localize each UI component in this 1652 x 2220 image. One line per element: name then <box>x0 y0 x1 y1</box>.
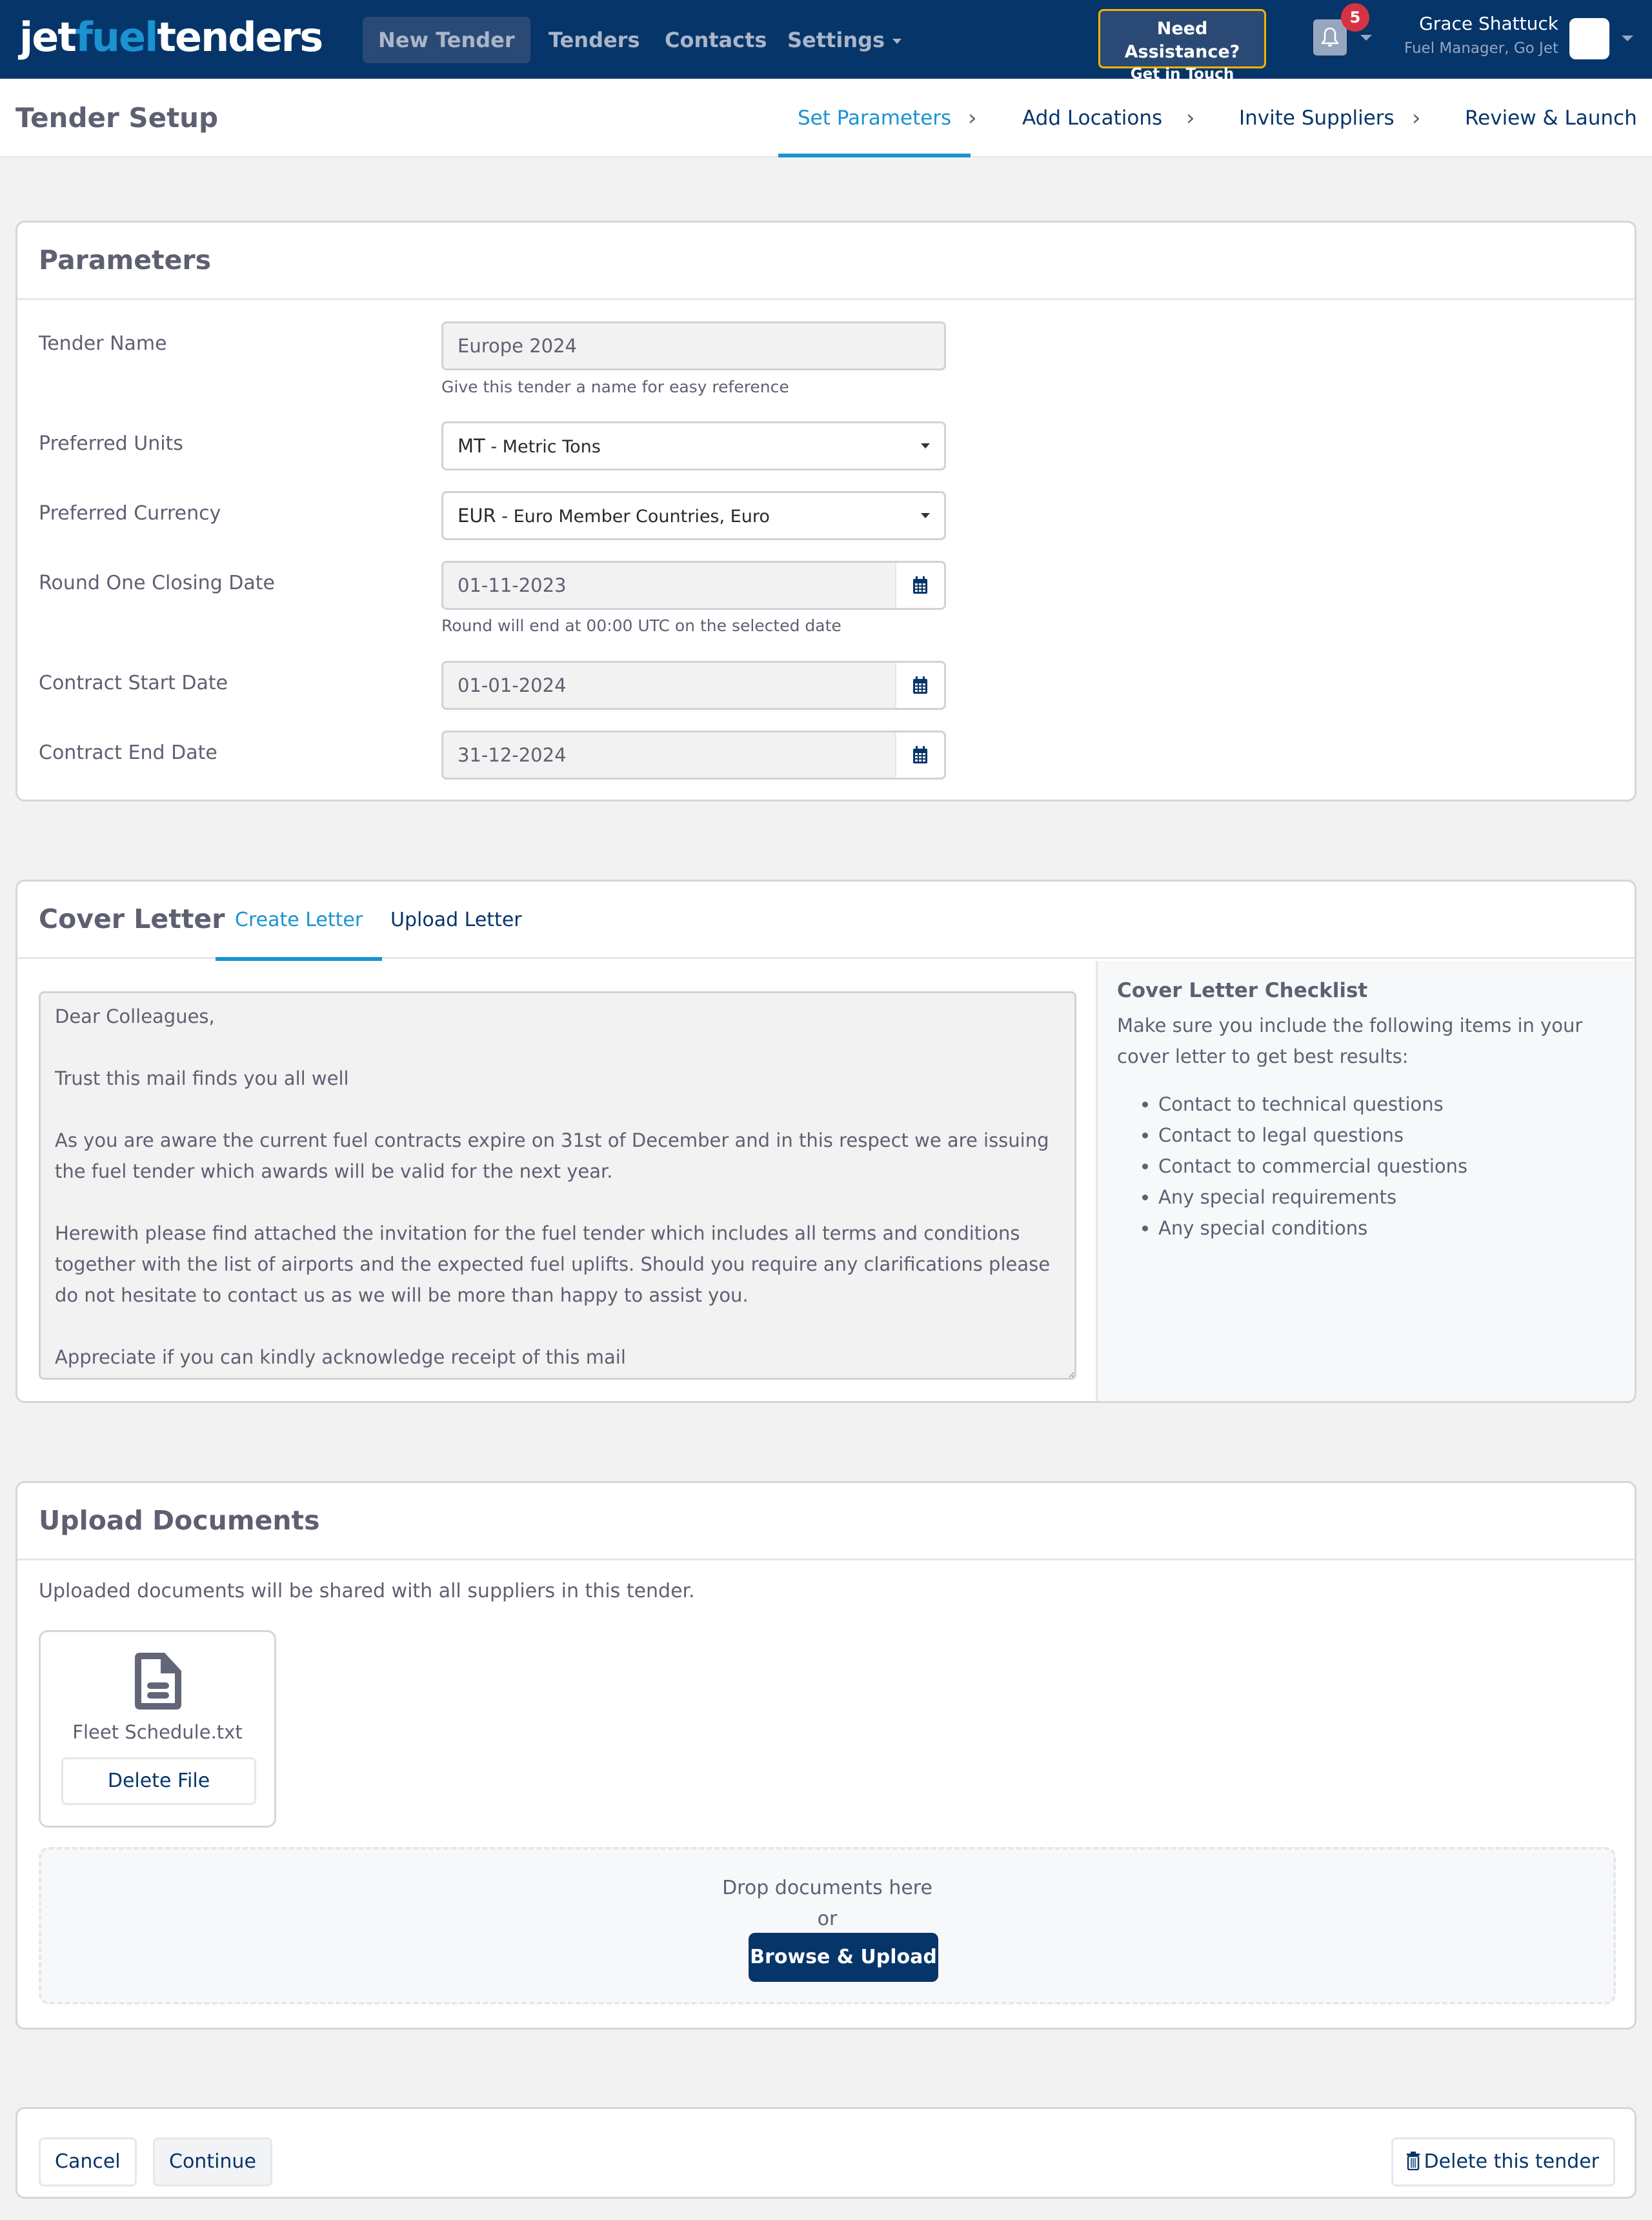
notification-count-badge: 5 <box>1341 3 1369 32</box>
step-invite-suppliers[interactable]: Invite Suppliers <box>1239 79 1395 157</box>
upload-documents-title: Upload Documents <box>39 1505 320 1536</box>
delete-file-button[interactable]: Delete File <box>61 1757 256 1805</box>
preferred-currency-select[interactable]: EUR - Euro Member Countries, Euro <box>441 491 946 540</box>
chevron-right-icon: › <box>1186 105 1195 131</box>
chevron-right-icon: › <box>968 105 977 131</box>
preferred-currency-label: Preferred Currency <box>39 502 221 525</box>
nav-contacts[interactable]: Contacts <box>649 17 782 63</box>
checklist-intro: Make sure you include the following item… <box>1117 1014 1583 1067</box>
user-menu-dropdown-icon[interactable] <box>1622 35 1633 41</box>
notifications-button[interactable] <box>1313 19 1347 56</box>
calendar-icon <box>913 576 927 594</box>
checklist-item: Any special conditions <box>1158 1213 1615 1244</box>
calendar-button[interactable] <box>895 732 944 778</box>
cover-letter-textarea[interactable] <box>39 991 1076 1380</box>
cover-letter-title: Cover Letter <box>39 903 225 934</box>
uploaded-file-card: Fleet Schedule.txt Delete File <box>39 1630 276 1828</box>
tender-name-input[interactable]: Europe 2024 <box>441 321 946 370</box>
checklist-list: Contact to technical questions Contact t… <box>1117 1089 1615 1244</box>
chevron-down-icon <box>921 513 930 518</box>
user-role: Fuel Manager, Go Jet <box>1404 40 1558 57</box>
checklist-item: Contact to commercial questions <box>1158 1151 1615 1182</box>
tab-upload-letter[interactable]: Upload Letter <box>371 882 541 959</box>
round-closing-date-input[interactable]: 01-11-2023 <box>441 561 946 610</box>
checklist-item: Contact to technical questions <box>1158 1089 1615 1120</box>
calendar-button[interactable] <box>895 663 944 708</box>
need-assistance-button[interactable]: Need Assistance? Get in Touch <box>1098 9 1266 83</box>
top-navbar: jetfueltenders New Tender Tenders Contac… <box>0 0 1652 83</box>
preferred-units-label: Preferred Units <box>39 432 183 455</box>
bell-icon <box>1321 27 1339 46</box>
nav-tenders[interactable]: Tenders <box>533 17 656 63</box>
round-closing-date-help: Round will end at 00:00 UTC on the selec… <box>441 616 841 635</box>
chevron-right-icon: › <box>1412 105 1421 131</box>
round-closing-date-label: Round One Closing Date <box>39 572 275 594</box>
contract-start-date-label: Contract Start Date <box>39 672 228 694</box>
step-add-locations[interactable]: Add Locations <box>1022 79 1162 157</box>
user-name[interactable]: Grace Shattuck <box>1419 13 1558 34</box>
footer-actions-card: Cancel Continue Delete this tender <box>15 2107 1637 2199</box>
preferred-units-select[interactable]: MT - Metric Tons <box>441 421 946 470</box>
delete-tender-button[interactable]: Delete this tender <box>1391 2137 1615 2186</box>
step-set-parameters[interactable]: Set Parameters <box>778 79 971 157</box>
upload-documents-card: Upload Documents Uploaded documents will… <box>15 1481 1637 2030</box>
cover-letter-checklist: Cover Letter Checklist Make sure you inc… <box>1096 961 1635 1401</box>
checklist-item: Contact to legal questions <box>1158 1120 1615 1151</box>
checklist-item: Any special requirements <box>1158 1182 1615 1213</box>
chevron-down-icon <box>892 39 902 44</box>
dropzone-or: or <box>817 1908 838 1930</box>
checklist-title: Cover Letter Checklist <box>1117 979 1368 1002</box>
file-dropzone[interactable]: Drop documents here or Browse & Upload <box>39 1847 1616 2004</box>
contract-end-date-input[interactable]: 31-12-2024 <box>441 731 946 780</box>
file-text-icon <box>135 1653 181 1710</box>
brand-logo[interactable]: jetfueltenders <box>19 12 323 63</box>
nav-new-tender[interactable]: New Tender <box>363 17 530 63</box>
contract-start-date-input[interactable]: 01-01-2024 <box>441 661 946 710</box>
avatar[interactable] <box>1569 18 1609 59</box>
page-title: Tender Setup <box>15 102 219 134</box>
chevron-down-icon <box>921 443 930 449</box>
tab-create-letter[interactable]: Create Letter <box>216 882 383 961</box>
cover-letter-card: Cover Letter Create Letter Upload Letter… <box>15 880 1637 1403</box>
notifications-dropdown-icon[interactable] <box>1360 35 1372 41</box>
step-review-launch[interactable]: Review & Launch <box>1465 79 1637 157</box>
calendar-button[interactable] <box>895 563 944 608</box>
file-name: Fleet Schedule.txt <box>72 1721 243 1743</box>
continue-button[interactable]: Continue <box>153 2137 272 2186</box>
upload-note: Uploaded documents will be shared with a… <box>39 1580 695 1602</box>
calendar-icon <box>913 746 927 763</box>
page-header: Tender Setup Set Parameters › Add Locati… <box>0 79 1652 157</box>
browse-upload-button[interactable]: Browse & Upload <box>749 1933 938 1982</box>
contract-end-date-label: Contract End Date <box>39 742 217 764</box>
tender-name-help: Give this tender a name for easy referen… <box>441 378 789 396</box>
parameters-title: Parameters <box>39 245 212 276</box>
dropzone-text: Drop documents here <box>722 1877 932 1899</box>
nav-settings[interactable]: Settings <box>772 17 917 63</box>
parameters-card: Parameters Tender Name Europe 2024 Give … <box>15 221 1637 802</box>
cancel-button[interactable]: Cancel <box>39 2137 137 2186</box>
trash-icon <box>1406 2152 1420 2170</box>
tender-name-label: Tender Name <box>39 332 167 355</box>
calendar-icon <box>913 676 927 694</box>
